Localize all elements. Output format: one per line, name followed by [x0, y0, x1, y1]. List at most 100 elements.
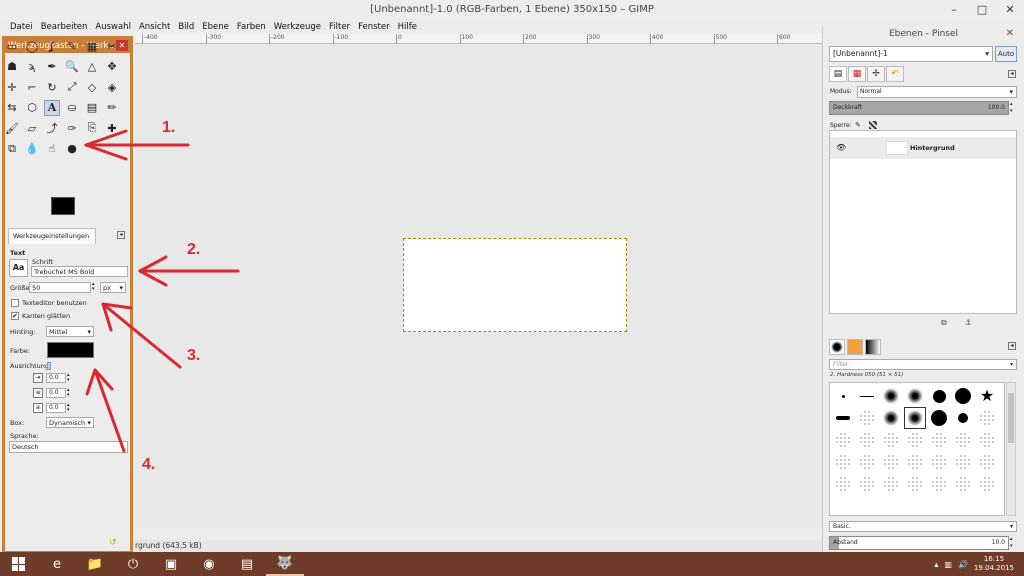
- foreground-color[interactable]: [51, 197, 75, 215]
- gradients-tab-icon[interactable]: [865, 339, 881, 355]
- opacity-slider[interactable]: Deckkraft 100.0: [829, 101, 1009, 115]
- antialias-checkbox[interactable]: ✔: [11, 312, 19, 320]
- rect-select-tool-icon[interactable]: ▭: [4, 38, 20, 54]
- opacity-spin-icon[interactable]: ▴ ▾: [1010, 101, 1013, 115]
- brush-preview[interactable]: [856, 451, 878, 473]
- rotate-tool-icon[interactable]: ↻: [44, 79, 60, 95]
- menu-ebene[interactable]: Ebene: [202, 20, 229, 34]
- clone-tool-icon[interactable]: ⎘: [84, 120, 100, 136]
- brush-preview[interactable]: [832, 451, 854, 473]
- brush-preview[interactable]: [880, 473, 902, 495]
- menu-bearbeiten[interactable]: Bearbeiten: [41, 20, 88, 34]
- zoom-tool-icon[interactable]: 🔍: [64, 59, 80, 75]
- maximize-button[interactable]: □: [968, 0, 996, 20]
- brush-preview[interactable]: [832, 407, 854, 429]
- visibility-eye-icon[interactable]: 👁: [836, 143, 846, 152]
- texteditor-checkbox[interactable]: [11, 299, 19, 307]
- file-explorer-icon[interactable]: 📁: [76, 552, 114, 576]
- start-button[interactable]: [0, 552, 38, 576]
- brush-preview[interactable]: [976, 407, 998, 429]
- size-spin-icon[interactable]: ▴ ▾: [92, 282, 95, 292]
- brush-preview[interactable]: [904, 473, 926, 495]
- reset-options-icon[interactable]: ↺: [109, 538, 117, 548]
- indent-spin-icon[interactable]: ▴ ▾: [67, 373, 70, 383]
- brush-preview[interactable]: [880, 407, 902, 429]
- color-picker-tool-icon[interactable]: ✒: [44, 59, 60, 75]
- heal-tool-icon[interactable]: ✚: [104, 120, 120, 136]
- brush-preview[interactable]: [952, 451, 974, 473]
- menu-fenster[interactable]: Fenster: [358, 20, 390, 34]
- indent-field[interactable]: 0.0: [46, 373, 66, 383]
- network-icon[interactable]: ▥: [944, 560, 952, 569]
- menu-ansicht[interactable]: Ansicht: [139, 20, 170, 34]
- box-select[interactable]: Dynamisch: [46, 417, 94, 428]
- smudge-tool-icon[interactable]: ☝: [44, 141, 60, 157]
- language-field[interactable]: Deutsch: [9, 441, 128, 453]
- measure-tool-icon[interactable]: △: [84, 59, 100, 75]
- brush-preview[interactable]: [856, 385, 878, 407]
- clock[interactable]: 16:15 19.04.2015: [974, 555, 1014, 573]
- spacing-spin-icon[interactable]: ▴ ▾: [1010, 536, 1013, 550]
- bucket-fill-tool-icon[interactable]: ⛀: [64, 100, 80, 116]
- scissors-tool-icon[interactable]: ✂: [104, 38, 120, 54]
- align-tool-icon[interactable]: ✛: [4, 79, 20, 95]
- text-color-button[interactable]: [47, 342, 94, 358]
- paintbrush-tool-icon[interactable]: 🖌: [4, 120, 20, 136]
- brush-preview[interactable]: [928, 407, 950, 429]
- layers-tab-icon[interactable]: ▤: [829, 66, 847, 82]
- preset-select[interactable]: Basic.: [829, 521, 1017, 532]
- brush-preview[interactable]: [928, 385, 950, 407]
- pencil-tool-icon[interactable]: ✏: [104, 100, 120, 116]
- scale-tool-icon[interactable]: ⤢: [64, 79, 80, 95]
- brush-preview[interactable]: [880, 451, 902, 473]
- paths-tool-icon[interactable]: ϡ: [24, 59, 40, 75]
- menu-datei[interactable]: Datei: [10, 20, 33, 34]
- spacing-slider[interactable]: Abstand 10.0: [829, 536, 1009, 550]
- brush-preview[interactable]: [904, 407, 926, 429]
- free-select-tool-icon[interactable]: ʆ: [44, 38, 60, 54]
- store-icon[interactable]: ▤: [228, 552, 266, 576]
- brush-preview[interactable]: [832, 473, 854, 495]
- auto-button[interactable]: Auto: [995, 46, 1017, 62]
- brush-preview[interactable]: [856, 407, 878, 429]
- lock-pixels-icon[interactable]: ✎: [855, 121, 861, 129]
- shutdown-icon[interactable]: ⏻: [114, 552, 152, 576]
- brush-preview[interactable]: [904, 451, 926, 473]
- brush-preview[interactable]: [976, 429, 998, 451]
- letter-spacing-spin-icon[interactable]: ▴ ▾: [67, 403, 70, 413]
- brush-preview[interactable]: [952, 473, 974, 495]
- paths-tab-icon[interactable]: ✢: [867, 66, 885, 82]
- desktop-app-icon[interactable]: ▣: [152, 552, 190, 576]
- crop-tool-icon[interactable]: ⌐: [24, 79, 40, 95]
- shear-tool-icon[interactable]: ◇: [84, 79, 100, 95]
- unit-select[interactable]: px: [100, 282, 126, 293]
- brush-preview[interactable]: [928, 451, 950, 473]
- dodge-burn-tool-icon[interactable]: ●: [64, 141, 80, 157]
- brush-preview[interactable]: [976, 451, 998, 473]
- brush-preview[interactable]: [928, 429, 950, 451]
- brush-preview[interactable]: [880, 429, 902, 451]
- justify-left-button[interactable]: [47, 362, 51, 370]
- undo-tab-icon[interactable]: ↶: [886, 66, 904, 82]
- move-tool-icon[interactable]: ✥: [104, 59, 120, 75]
- text-tool-icon[interactable]: A: [44, 99, 60, 116]
- brush-preview[interactable]: ★: [976, 385, 998, 407]
- image-canvas[interactable]: [403, 238, 627, 332]
- horizontal-ruler[interactable]: -400 -300 -200 -100 0 100 200 300 400 500 600: [135, 34, 822, 44]
- internet-explorer-icon[interactable]: e: [38, 552, 76, 576]
- blend-tool-icon[interactable]: ▤: [84, 100, 100, 116]
- menu-filter[interactable]: Filter: [329, 20, 350, 34]
- line-spacing-spin-icon[interactable]: ▴ ▾: [67, 388, 70, 398]
- tab-menu-icon[interactable]: ◂: [117, 231, 125, 239]
- color-select-tool-icon[interactable]: ▦: [84, 38, 100, 54]
- brush-preview[interactable]: [832, 385, 854, 407]
- font-field[interactable]: Trebuchet MS Bold: [31, 266, 128, 277]
- mode-select[interactable]: Normal: [857, 86, 1017, 98]
- dock-close-icon[interactable]: ✕: [1006, 26, 1014, 42]
- layers-menu-icon[interactable]: ◂: [1008, 70, 1016, 78]
- perspective-tool-icon[interactable]: ◈: [104, 79, 120, 95]
- menu-auswahl[interactable]: Auswahl: [95, 20, 131, 34]
- font-preview-icon[interactable]: Aa: [9, 259, 28, 277]
- brush-preview[interactable]: [880, 385, 902, 407]
- lock-alpha-icon[interactable]: [869, 121, 877, 129]
